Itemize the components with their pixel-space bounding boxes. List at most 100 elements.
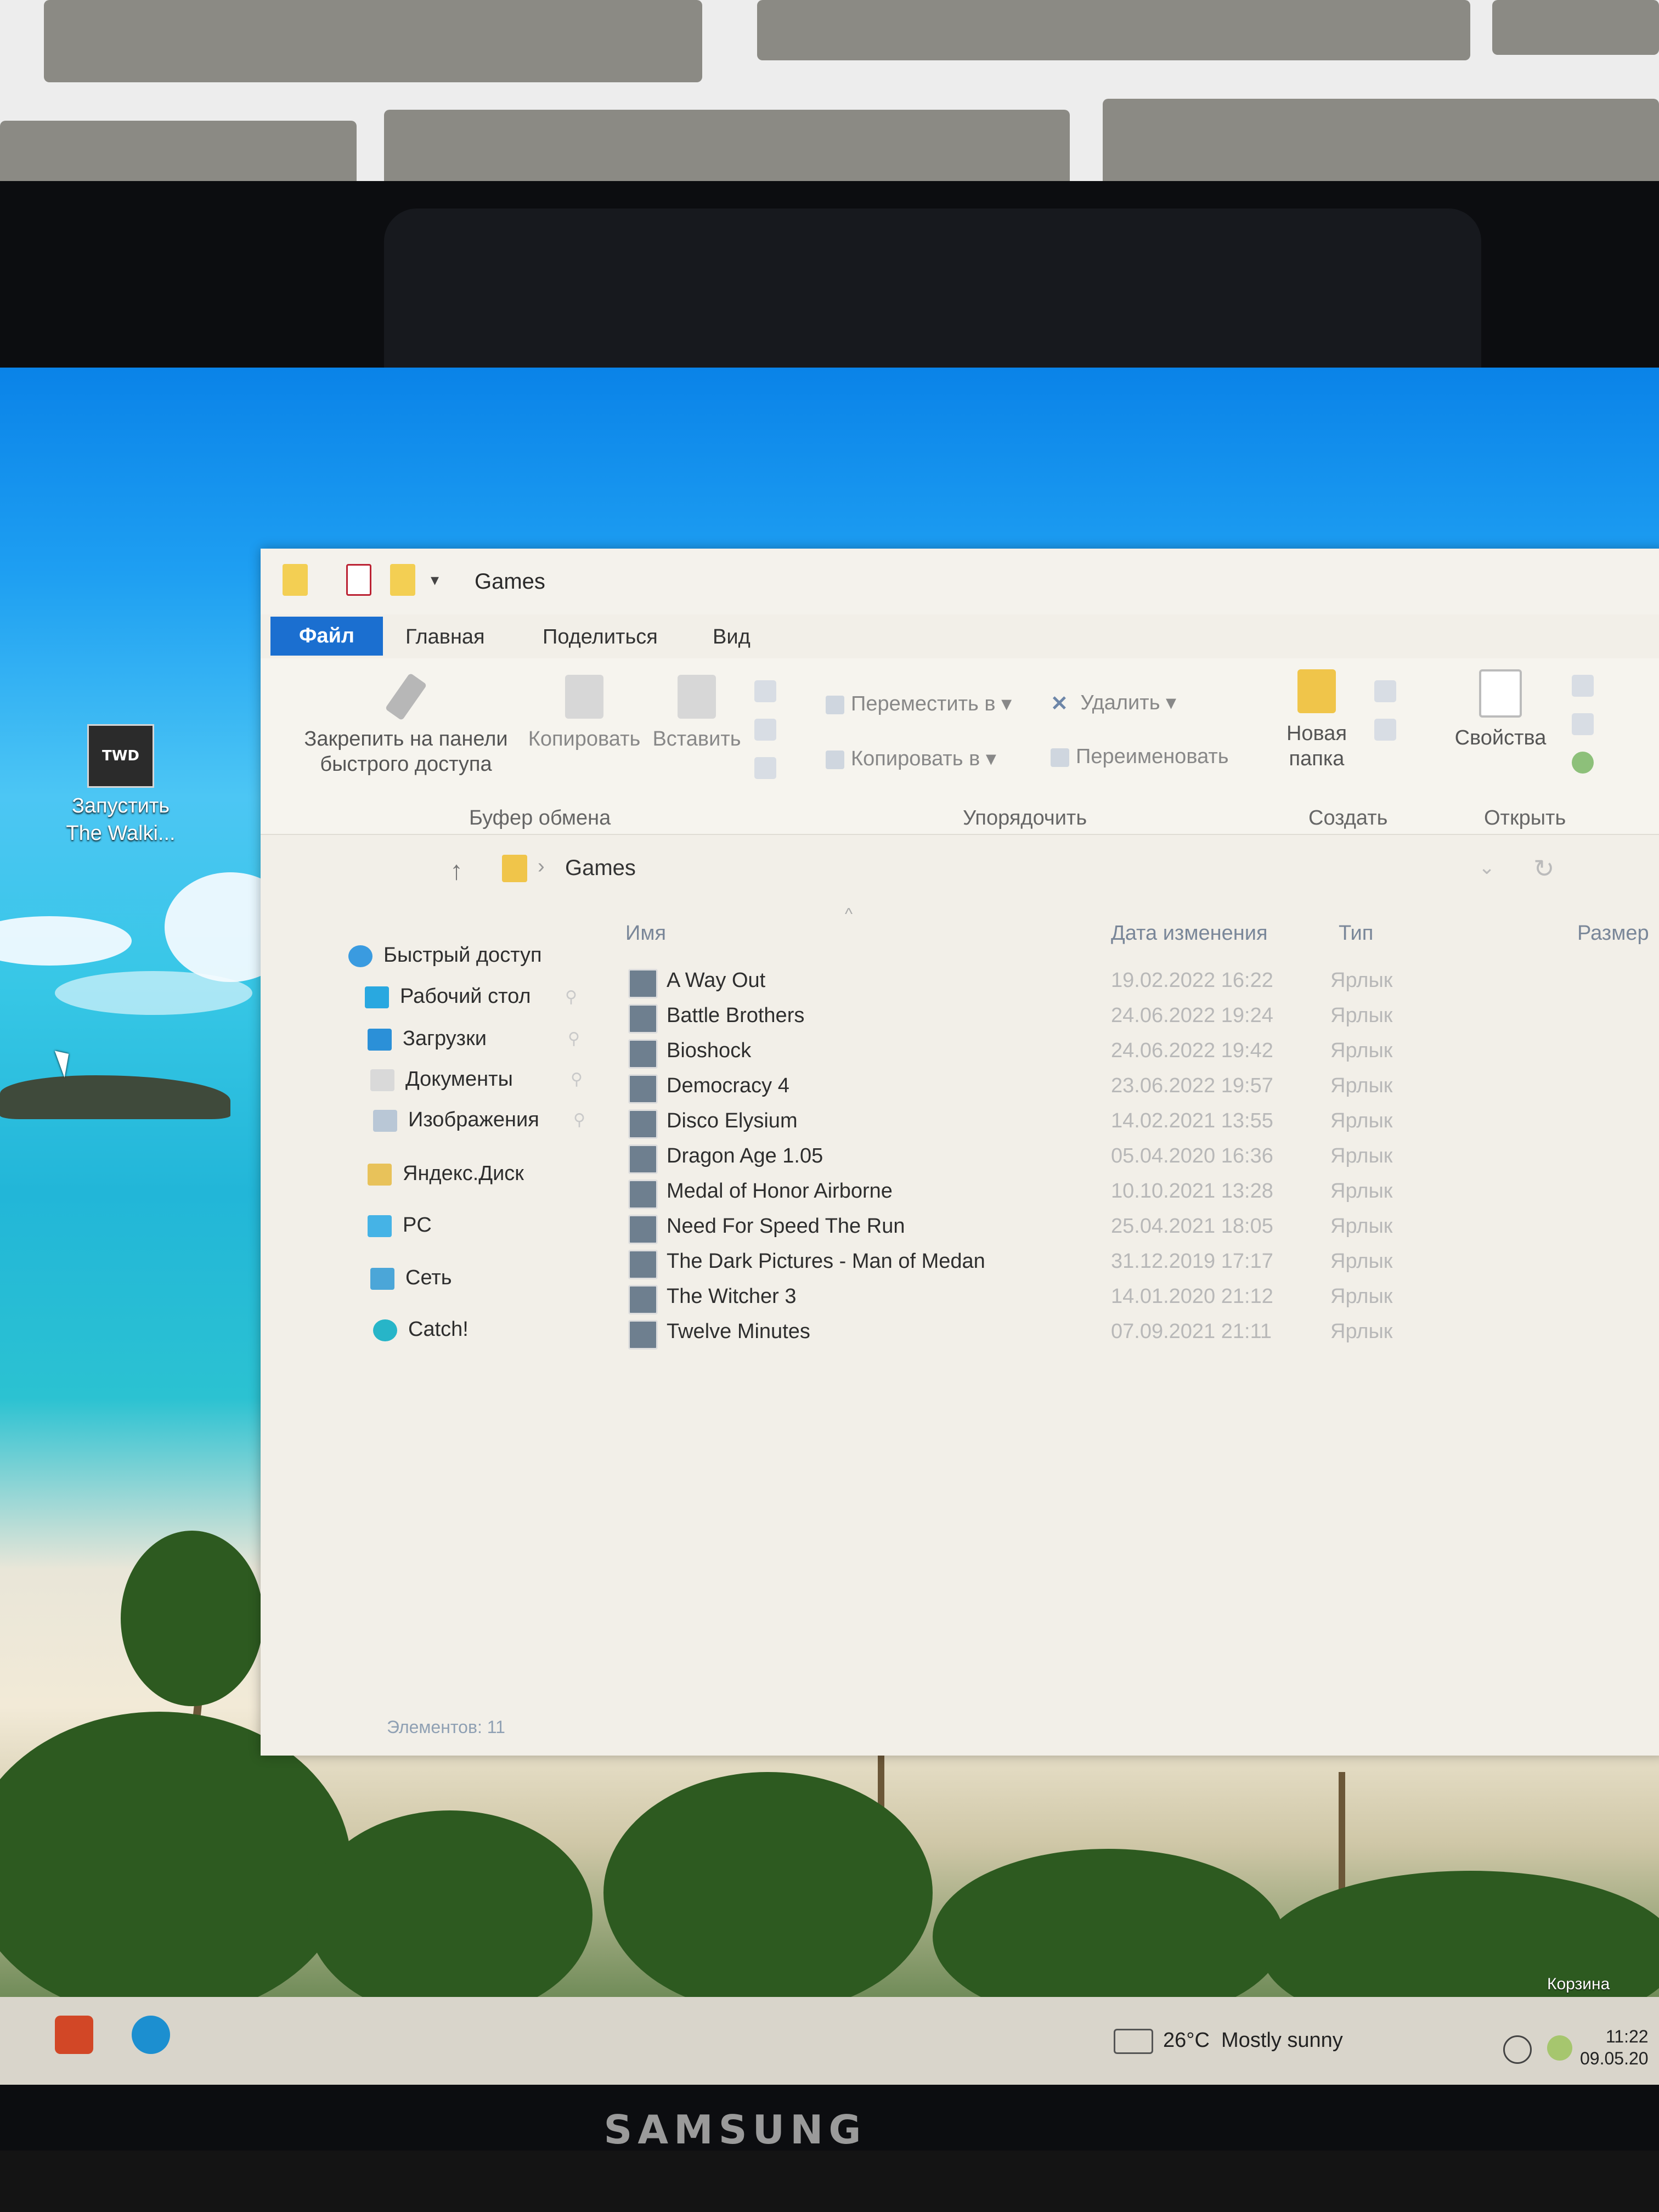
island-shape: [0, 1075, 230, 1119]
edge-icon[interactable]: [132, 2016, 170, 2054]
up-arrow-icon[interactable]: ↑: [450, 856, 463, 886]
status-tray-icon[interactable]: [1547, 2035, 1572, 2061]
shortcut-file-icon: [628, 1320, 658, 1350]
tab-file[interactable]: Файл: [270, 617, 383, 656]
network-globe-icon[interactable]: [1503, 2035, 1532, 2064]
breadcrumb-chevron-icon[interactable]: ›: [538, 855, 545, 878]
refresh-icon[interactable]: ↻: [1533, 854, 1555, 883]
copy-to-icon: [826, 750, 844, 769]
file-date: 23.06.2022 19:57: [1111, 1074, 1273, 1097]
file-row[interactable]: Democracy 4 23.06.2022 19:57 Ярлык: [261, 1071, 1659, 1106]
tab-home[interactable]: Главная: [392, 620, 498, 654]
copy-to-button[interactable]: Копировать в ▾: [826, 746, 996, 771]
file-name: Bioshock: [667, 1039, 752, 1062]
shortcut-file-icon: [628, 1004, 658, 1034]
shortcut-file-icon: [628, 1250, 658, 1279]
file-row[interactable]: The Witcher 3 14.01.2020 21:12 Ярлык: [261, 1282, 1659, 1317]
move-to-label: Переместить в: [851, 692, 996, 715]
file-type: Ярлык: [1330, 1109, 1393, 1132]
paste-label: Вставить: [652, 727, 741, 751]
column-header-date[interactable]: Дата изменения: [1111, 922, 1268, 945]
tab-view[interactable]: Вид: [699, 620, 764, 654]
file-name: Disco Elysium: [667, 1109, 798, 1132]
file-type: Ярлык: [1330, 1144, 1393, 1167]
pin-quick-access-button[interactable]: Закрепить на панели быстрого доступа: [291, 673, 521, 777]
weather-temp: 26°C: [1163, 2029, 1210, 2052]
file-name: Medal of Honor Airborne: [667, 1180, 893, 1203]
group-clipboard-label: Буфер обмена: [469, 806, 611, 830]
title-bar[interactable]: ▾ Games: [261, 549, 1659, 614]
weather-widget[interactable]: 26°C Mostly sunny: [1114, 2029, 1343, 2054]
new-item-icon[interactable]: [1374, 680, 1396, 702]
file-row[interactable]: Bioshock 24.06.2022 19:42 Ярлык: [261, 1036, 1659, 1071]
column-header-name[interactable]: Имя: [625, 922, 666, 945]
delete-button[interactable]: ✕ Удалить ▾: [1051, 690, 1176, 716]
paste-button[interactable]: Вставить: [650, 675, 743, 752]
properties-check-icon[interactable]: [346, 564, 371, 596]
desktop-shortcut-walking-dead[interactable]: TWD Запустить The Walki...: [55, 724, 187, 847]
copy-path-icon[interactable]: [754, 719, 776, 741]
new-folder-label-line2: папка: [1289, 747, 1345, 770]
file-type: Ярлык: [1330, 1074, 1393, 1097]
new-folder-label-line1: Новая: [1286, 722, 1347, 745]
paste-shortcut-icon[interactable]: [754, 757, 776, 779]
file-row[interactable]: The Dark Pictures - Man of Medan 31.12.20…: [261, 1246, 1659, 1282]
bezel-reflection: [384, 208, 1481, 368]
file-row[interactable]: Medal of Honor Airborne 10.10.2021 13:28 Я…: [261, 1176, 1659, 1211]
address-bar[interactable]: ↑ › Games ⌄ ↻: [261, 834, 1659, 900]
copy-button[interactable]: Копировать: [521, 675, 647, 752]
file-row[interactable]: Twelve Minutes 07.09.2021 21:11 Ярлык: [261, 1317, 1659, 1352]
file-date: 10.10.2021 13:28: [1111, 1180, 1273, 1203]
address-dropdown-icon[interactable]: ⌄: [1479, 856, 1495, 879]
sort-ascending-icon: ^: [845, 905, 853, 923]
file-date: 24.06.2022 19:24: [1111, 1004, 1273, 1027]
move-to-icon: [826, 695, 844, 714]
nav-label: Быстрый доступ: [383, 944, 542, 967]
column-header-type[interactable]: Тип: [1339, 922, 1373, 945]
properties-button[interactable]: Свойства: [1446, 669, 1555, 751]
pin-label-line2: быстрого доступа: [320, 753, 492, 776]
shortcut-file-icon: [628, 1074, 658, 1104]
desktop-recycle-bin-label[interactable]: Корзина: [1547, 1975, 1610, 1994]
pin-icon: [385, 673, 427, 721]
file-row[interactable]: Disco Elysium 14.02.2021 13:55 Ярлык: [261, 1106, 1659, 1141]
file-row[interactable]: A Way Out 19.02.2022 16:22 Ярлык: [261, 966, 1659, 1001]
file-date: 07.09.2021 21:11: [1111, 1320, 1272, 1343]
file-type: Ярлык: [1330, 1004, 1393, 1027]
nav-item-quick-access[interactable]: Быстрый доступ: [348, 944, 542, 967]
file-name: Need For Speed The Run: [667, 1215, 905, 1238]
file-explorer-window[interactable]: ▾ Games Файл Главная Поделиться Вид Закр…: [261, 549, 1659, 1756]
taskbar-clock[interactable]: 11:22 09.05.20: [1580, 2025, 1649, 2069]
pin-label-line1: Закрепить на панели: [304, 727, 508, 751]
shortcut-file-icon: [628, 1039, 658, 1069]
new-folder-quick-icon[interactable]: [390, 564, 415, 596]
customize-toolbar-chevron-icon[interactable]: ▾: [431, 571, 439, 590]
tab-share[interactable]: Поделиться: [529, 620, 671, 654]
cut-icon[interactable]: [754, 680, 776, 702]
move-to-button[interactable]: Переместить в ▾: [826, 691, 1012, 716]
column-header-size[interactable]: Размер: [1577, 922, 1649, 945]
file-row[interactable]: Battle Brothers 24.06.2022 19:24 Ярлык: [261, 1001, 1659, 1036]
open-icon[interactable]: [1572, 675, 1594, 697]
file-row[interactable]: Dragon Age 1.05 05.04.2020 16:36 Ярлык: [261, 1141, 1659, 1176]
file-date: 31.12.2019 17:17: [1111, 1250, 1273, 1273]
status-bar-item-count: Элементов: 11: [387, 1717, 505, 1737]
monitor-stand: [0, 2151, 1659, 2212]
powerpoint-icon[interactable]: [55, 2016, 93, 2054]
file-row[interactable]: Need For Speed The Run 25.04.2021 18:05 Яр…: [261, 1211, 1659, 1246]
file-date: 05.04.2020 16:36: [1111, 1144, 1273, 1167]
breadcrumb-games[interactable]: Games: [565, 856, 636, 881]
new-folder-button[interactable]: Новая папка: [1270, 669, 1363, 771]
mouse-cursor-icon: [54, 1046, 76, 1078]
copy-to-label: Копировать в: [851, 747, 980, 770]
history-icon[interactable]: [1572, 752, 1594, 774]
file-type: Ярлык: [1330, 1285, 1393, 1308]
rename-button[interactable]: Переименовать: [1051, 745, 1229, 769]
star-icon: [348, 945, 373, 967]
group-open-label: Открыть: [1484, 806, 1566, 830]
file-type: Ярлык: [1330, 1180, 1393, 1203]
properties-icon: [1479, 669, 1522, 718]
weather-desc: Mostly sunny: [1221, 2029, 1343, 2052]
easy-access-icon[interactable]: [1374, 719, 1396, 741]
edit-icon[interactable]: [1572, 713, 1594, 735]
